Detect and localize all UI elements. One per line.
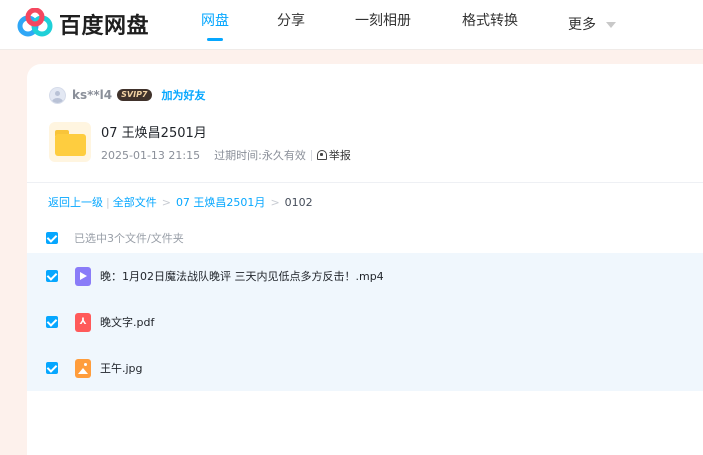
share-card: ks**l4 SVIP7 加为好友 07 王焕昌2501月 2025-01-13… <box>27 64 703 455</box>
nav-more[interactable]: 更多 <box>568 0 616 50</box>
baidu-netdisk-logo-icon <box>17 8 53 37</box>
breadcrumb-back[interactable]: 返回上一级 <box>48 194 103 210</box>
nav-moment-album[interactable]: 一刻相册 <box>355 0 413 50</box>
svip-badge: SVIP7 <box>117 89 152 101</box>
header-divider <box>27 182 703 183</box>
share-info: 07 王焕昌2501月 2025-01-13 21:15 过期时间: 永久有效 … <box>101 122 351 166</box>
file-row[interactable]: ⅄ 晚文字.pdf <box>27 299 703 345</box>
share-date: 2025-01-13 21:15 <box>101 148 201 162</box>
nav-format-convert[interactable]: 格式转换 <box>462 0 520 50</box>
sharer-info: ks**l4 SVIP7 加为好友 <box>49 86 206 104</box>
video-file-icon <box>75 266 91 286</box>
nav-more-label: 更多 <box>568 17 596 33</box>
report-label: 举报 <box>328 149 351 162</box>
share-title: 07 王焕昌2501月 <box>101 126 207 141</box>
breadcrumb-folder[interactable]: 07 王焕昌2501月 <box>176 194 266 210</box>
nav-netdisk[interactable]: 网盘 <box>201 0 229 50</box>
select-all-row: 已选中3个文件/文件夹 <box>46 230 184 246</box>
breadcrumb-current: 0102 <box>284 195 313 209</box>
breadcrumb-chevron-icon: > <box>161 195 171 209</box>
logo-text: 百度网盘 <box>59 14 150 39</box>
file-checkbox[interactable] <box>46 270 58 282</box>
avatar[interactable] <box>49 86 66 104</box>
folder-icon-body <box>55 134 86 156</box>
select-all-checkbox[interactable] <box>46 232 58 244</box>
report-button[interactable]: 举报 <box>316 147 351 163</box>
file-checkbox[interactable] <box>46 362 58 374</box>
file-row[interactable]: 王午.jpg <box>27 345 703 391</box>
username[interactable]: ks**l4 <box>72 88 112 102</box>
file-checkbox[interactable] <box>46 316 58 328</box>
breadcrumb-separator: | <box>106 195 110 209</box>
folder-icon <box>49 122 91 162</box>
file-name[interactable]: 晚：1月02日魔法战队晚评 三天内见低点多方反击！.mp4 <box>100 268 384 284</box>
file-list: 晚：1月02日魔法战队晚评 三天内见低点多方反击！.mp4 ⅄ 晚文字.pdf … <box>27 253 703 391</box>
selection-count: 已选中3个文件/文件夹 <box>74 232 184 245</box>
image-file-icon <box>75 358 91 378</box>
file-name[interactable]: 王午.jpg <box>100 360 143 376</box>
top-bar: 百度网盘 网盘 分享 一刻相册 格式转换 更多 <box>0 0 703 50</box>
pdf-file-icon: ⅄ <box>75 312 91 332</box>
main-nav: 网盘 分享 一刻相册 格式转换 更多 <box>201 0 616 50</box>
file-name[interactable]: 晚文字.pdf <box>100 314 154 330</box>
breadcrumb-chevron-icon: > <box>270 195 280 209</box>
nav-share[interactable]: 分享 <box>277 0 305 50</box>
expiry-label: 过期时间: <box>214 149 262 162</box>
breadcrumb: 返回上一级 | 全部文件 > 07 王焕昌2501月 > 0102 <box>48 194 313 210</box>
meta-divider <box>310 149 312 161</box>
chevron-down-icon <box>606 22 616 28</box>
add-friend-link[interactable]: 加为好友 <box>162 87 206 103</box>
breadcrumb-all-files[interactable]: 全部文件 <box>113 194 157 210</box>
share-meta: 2025-01-13 21:15 过期时间: 永久有效 举报 <box>101 147 351 163</box>
alarm-icon <box>316 150 327 160</box>
expiry-value: 永久有效 <box>261 149 306 162</box>
share-header: 07 王焕昌2501月 2025-01-13 21:15 过期时间: 永久有效 … <box>49 122 351 166</box>
logo[interactable]: 百度网盘 <box>17 6 149 42</box>
file-row[interactable]: 晚：1月02日魔法战队晚评 三天内见低点多方反击！.mp4 <box>27 253 703 299</box>
